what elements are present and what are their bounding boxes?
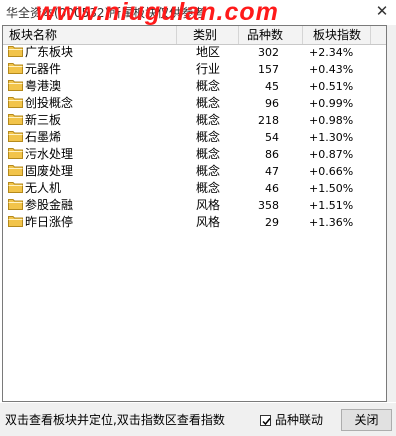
sector-name: 昨日涨停 (25, 215, 74, 229)
sector-name-cell: 创投概念 (8, 95, 73, 112)
sector-name-cell: 无人机 (8, 180, 61, 197)
sector-name: 元器件 (25, 62, 62, 76)
stock-count: 46 (265, 182, 279, 195)
sector-index-change[interactable]: +0.51% (309, 78, 353, 95)
sector-name-cell: 固废处理 (8, 163, 73, 180)
stock-count: 157 (258, 63, 279, 76)
table-row[interactable]: 粤港澳 概念 45 +0.51% (3, 78, 386, 95)
sector-name-cell: 污水处理 (8, 146, 73, 163)
sector-name: 粤港澳 (25, 79, 62, 93)
link-stocks-checkbox[interactable]: 品种联动 (260, 411, 323, 427)
sector-type: 概念 (196, 147, 221, 161)
sector-type: 概念 (196, 96, 221, 110)
sector-type: 行业 (196, 62, 221, 76)
folder-icon (8, 165, 23, 176)
column-header-type[interactable]: 类别 (177, 26, 239, 44)
table-row[interactable]: 无人机 概念 46 +1.50% (3, 180, 386, 197)
sector-name-cell: 昨日涨停 (8, 214, 73, 231)
sector-index-change[interactable]: +0.99% (309, 95, 353, 112)
sector-name-cell: 新三板 (8, 112, 61, 129)
sector-type: 风格 (196, 198, 221, 212)
stock-count: 54 (265, 131, 279, 144)
folder-icon (8, 80, 23, 91)
sector-type: 概念 (196, 181, 221, 195)
checkbox-label: 品种联动 (275, 413, 324, 427)
table-row[interactable]: 石墨烯 概念 54 +1.30% (3, 129, 386, 146)
sector-type: 概念 (196, 164, 221, 178)
usage-hint: 双击查看板块并定位,双击指数区查看指数 (5, 413, 225, 427)
table-row[interactable]: 元器件 行业 157 +0.43% (3, 61, 386, 78)
folder-icon (8, 131, 23, 142)
column-header-count[interactable]: 品种数 (239, 26, 303, 44)
table-row[interactable]: 污水处理 概念 86 +0.87% (3, 146, 386, 163)
stock-sector-dialog: 华全资本(000532)所属板块仅供参考 www.niugulan.com ✕ … (0, 0, 396, 436)
title-bar: 华全资本(000532)所属板块仅供参考 www.niugulan.com ✕ (0, 0, 396, 26)
column-header-name[interactable]: 板块名称 (3, 26, 177, 44)
sector-name: 新三板 (25, 113, 62, 127)
stock-count: 45 (265, 80, 279, 93)
sector-name: 固废处理 (25, 164, 74, 178)
stock-count: 47 (265, 165, 279, 178)
stock-count: 218 (258, 114, 279, 127)
sector-index-change[interactable]: +2.34% (309, 44, 353, 61)
folder-icon (8, 97, 23, 108)
sector-index-change[interactable]: +0.43% (309, 61, 353, 78)
sector-name: 无人机 (25, 181, 62, 195)
close-button[interactable]: 关闭 (341, 409, 392, 431)
vertical-scrollbar-track (387, 25, 396, 402)
table-row[interactable]: 参股金融 风格 358 +1.51% (3, 197, 386, 214)
sector-name-cell: 元器件 (8, 61, 61, 78)
sector-index-change[interactable]: +1.51% (309, 197, 353, 214)
sector-type: 风格 (196, 215, 221, 229)
sector-type: 概念 (196, 79, 221, 93)
sector-name-cell: 参股金融 (8, 197, 73, 214)
sector-index-change[interactable]: +1.50% (309, 180, 353, 197)
folder-icon (8, 46, 23, 57)
stock-count: 29 (265, 216, 279, 229)
checkmark-icon (262, 418, 271, 426)
stock-count: 96 (265, 97, 279, 110)
status-bar: 双击查看板块并定位,双击指数区查看指数 品种联动 关闭 (0, 403, 396, 436)
sector-index-change[interactable]: +0.87% (309, 146, 353, 163)
sector-name: 污水处理 (25, 147, 74, 161)
folder-icon (8, 199, 23, 210)
stock-count: 358 (258, 199, 279, 212)
sector-index-change[interactable]: +0.98% (309, 112, 353, 129)
stock-count: 86 (265, 148, 279, 161)
site-watermark: www.niugulan.com (36, 0, 279, 26)
sector-index-change[interactable]: +1.30% (309, 129, 353, 146)
checkbox-box[interactable] (260, 415, 271, 426)
sector-list[interactable]: 板块名称 类别 品种数 板块指数 广东板块 地区 302 +2.34% 元器件 行业 157… (2, 25, 387, 402)
sector-name-cell: 石墨烯 (8, 129, 61, 146)
table-row[interactable]: 广东板块 地区 302 +2.34% (3, 44, 386, 61)
close-icon[interactable]: ✕ (374, 3, 390, 19)
sector-name: 广东板块 (25, 45, 74, 59)
folder-icon (8, 63, 23, 74)
table-row[interactable]: 固废处理 概念 47 +0.66% (3, 163, 386, 180)
sector-type: 概念 (196, 113, 221, 127)
table-row[interactable]: 创投概念 概念 96 +0.99% (3, 95, 386, 112)
sector-name-cell: 粤港澳 (8, 78, 61, 95)
sector-index-change[interactable]: +0.66% (309, 163, 353, 180)
folder-icon (8, 216, 23, 227)
folder-icon (8, 114, 23, 125)
sector-name: 参股金融 (25, 198, 74, 212)
sector-name-cell: 广东板块 (8, 44, 73, 61)
list-rows: 广东板块 地区 302 +2.34% 元器件 行业 157 +0.43% 粤港澳 概念 45 +0.5… (3, 44, 386, 231)
sector-index-change[interactable]: +1.36% (309, 214, 353, 231)
table-row[interactable]: 昨日涨停 风格 29 +1.36% (3, 214, 386, 231)
sector-type: 地区 (196, 45, 221, 59)
stock-count: 302 (258, 46, 279, 59)
list-header: 板块名称 类别 品种数 板块指数 (3, 26, 386, 45)
column-header-index[interactable]: 板块指数 (303, 26, 371, 44)
folder-icon (8, 182, 23, 193)
sector-type: 概念 (196, 130, 221, 144)
folder-icon (8, 148, 23, 159)
table-row[interactable]: 新三板 概念 218 +0.98% (3, 112, 386, 129)
sector-name: 石墨烯 (25, 130, 62, 144)
sector-name: 创投概念 (25, 96, 74, 110)
